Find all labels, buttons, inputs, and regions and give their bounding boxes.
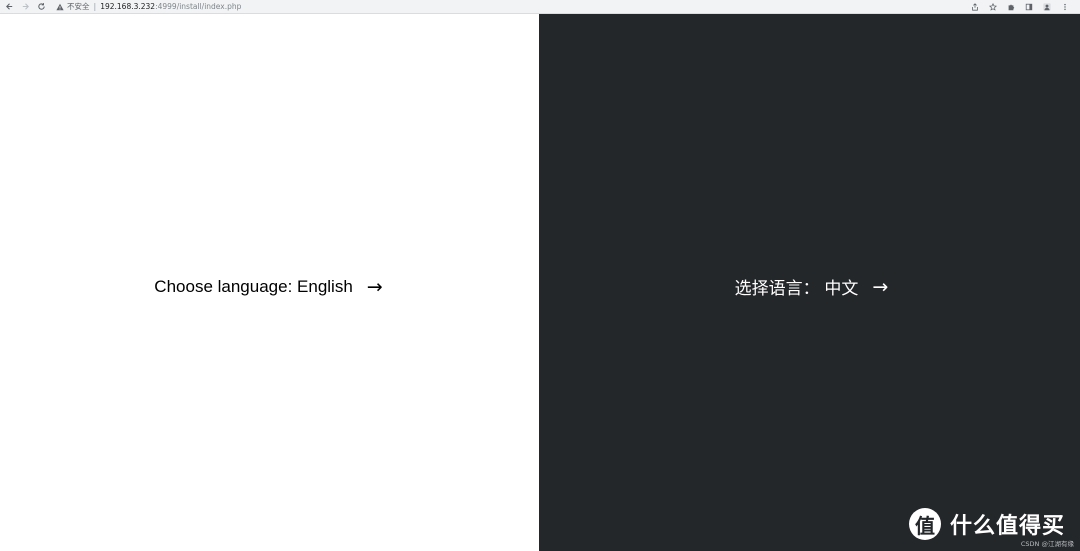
browser-toolbar: 不安全 | 192.168.3.232:4999/install/index.p…: [0, 0, 1080, 14]
arrow-right-icon: →: [366, 275, 383, 298]
back-icon[interactable]: [3, 1, 16, 13]
credit-text: CSDN @江湖有缘: [1020, 540, 1074, 548]
chinese-label: 选择语言： 中文: [734, 279, 859, 298]
bookmark-star-icon[interactable]: [984, 1, 1002, 13]
chinese-choice[interactable]: 选择语言： 中文 →: [735, 274, 889, 299]
english-language-option[interactable]: Choose language: English →: [0, 14, 539, 551]
toolbar-actions: [966, 1, 1074, 13]
forward-icon[interactable]: [19, 1, 32, 13]
more-menu-icon[interactable]: [1056, 1, 1074, 13]
watermark-text: 什么值得买: [950, 514, 1066, 539]
url-host[interactable]: 192.168.3.232: [100, 2, 155, 11]
watermark: 值 什么值得买: [909, 508, 1065, 540]
url-path[interactable]: :4999/install/index.php: [155, 2, 241, 11]
reload-icon[interactable]: [35, 1, 48, 13]
address-separator: |: [93, 2, 97, 11]
watermark-logo-icon: 值: [909, 508, 941, 540]
security-label[interactable]: 不安全: [67, 1, 90, 12]
extensions-icon[interactable]: [1002, 1, 1020, 13]
chinese-language-option[interactable]: 选择语言： 中文 →: [539, 14, 1080, 551]
profile-avatar-icon[interactable]: [1038, 1, 1056, 13]
english-label: Choose language: English: [154, 276, 353, 296]
address-bar[interactable]: 不安全 | 192.168.3.232:4999/install/index.p…: [56, 1, 241, 13]
english-choice[interactable]: Choose language: English →: [154, 276, 382, 298]
warning-icon[interactable]: [56, 3, 64, 11]
share-icon[interactable]: [966, 1, 984, 13]
arrow-right-icon: →: [872, 275, 889, 298]
side-panel-icon[interactable]: [1020, 1, 1038, 13]
